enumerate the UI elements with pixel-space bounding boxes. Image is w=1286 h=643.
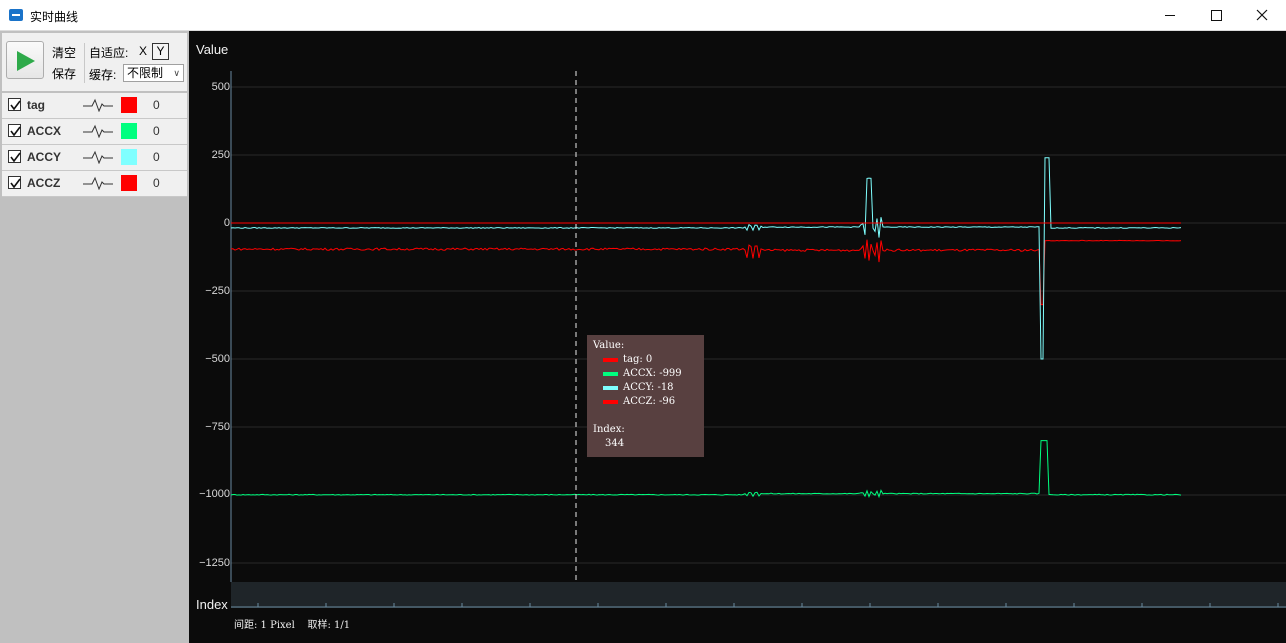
channel-checkbox[interactable] bbox=[8, 176, 21, 189]
channel-value: 0 bbox=[153, 150, 160, 164]
title-bar: 实时曲线 bbox=[0, 0, 1286, 31]
checkmark-icon bbox=[10, 100, 21, 111]
y-tick-label: 500 bbox=[211, 81, 230, 93]
line-style-icon[interactable] bbox=[83, 98, 113, 112]
y-tick-label: 250 bbox=[211, 149, 230, 161]
play-icon bbox=[17, 51, 35, 71]
tooltip-entry: ACCY: -18 bbox=[593, 381, 698, 395]
series-line-accz bbox=[230, 239, 1182, 306]
checkmark-icon bbox=[10, 126, 21, 137]
close-button[interactable] bbox=[1239, 0, 1285, 30]
y-tick-label: −1000 bbox=[199, 488, 230, 500]
y-tick-label: 0 bbox=[223, 217, 230, 229]
tooltip-index-value: 344 bbox=[605, 438, 625, 449]
tooltip-title: Value: bbox=[593, 340, 625, 351]
color-swatch[interactable] bbox=[121, 149, 137, 165]
save-button[interactable]: 保存 bbox=[52, 65, 76, 82]
channel-name: tag bbox=[27, 98, 45, 112]
y-tick-label: −500 bbox=[205, 353, 230, 365]
channel-row: ACCZ 0 bbox=[2, 171, 187, 197]
cache-select[interactable]: 不限制 ∨ bbox=[123, 64, 184, 82]
sidebar: 清空 保存 自适应: X Y 缓存: 不限制 ∨ tag 0 ACCX 0 AC… bbox=[0, 31, 189, 643]
gridlines bbox=[231, 86, 1286, 564]
channel-value: 0 bbox=[153, 176, 160, 190]
channel-checkbox[interactable] bbox=[8, 98, 21, 111]
series-line-accx bbox=[230, 440, 1182, 499]
tooltip-index-label: Index: bbox=[593, 424, 625, 435]
tooltip-spacer bbox=[593, 409, 698, 423]
series-layer bbox=[230, 157, 1182, 499]
plot-canvas[interactable] bbox=[189, 31, 1286, 643]
tooltip-swatch bbox=[603, 358, 618, 362]
tooltip-swatch bbox=[603, 386, 618, 390]
minimize-button[interactable] bbox=[1147, 0, 1193, 30]
channel-checkbox[interactable] bbox=[8, 124, 21, 137]
color-swatch[interactable] bbox=[121, 97, 137, 113]
adaptive-label: 自适应: bbox=[89, 46, 129, 60]
checkmark-icon bbox=[10, 152, 21, 163]
channel-checkbox[interactable] bbox=[8, 150, 21, 163]
plot-area[interactable]: Value Index 500 250 0 −250 −500 −750 −10… bbox=[189, 31, 1286, 643]
channel-name: ACCY bbox=[27, 150, 62, 164]
line-style-icon[interactable] bbox=[83, 150, 113, 164]
app-icon bbox=[9, 9, 23, 21]
series-line-accy bbox=[230, 157, 1182, 360]
cache-label: 缓存: bbox=[89, 68, 117, 82]
adaptive-x-toggle[interactable]: X bbox=[139, 44, 147, 58]
line-style-icon[interactable] bbox=[83, 176, 113, 190]
chevron-down-icon: ∨ bbox=[173, 68, 180, 78]
channel-value: 0 bbox=[153, 124, 160, 138]
status-spacing: 间距: 1 Pixel bbox=[234, 620, 295, 631]
channel-list: tag 0 ACCX 0 ACCY 0 ACCZ 0 bbox=[2, 93, 187, 197]
channel-name: ACCX bbox=[27, 124, 62, 138]
channel-name: ACCZ bbox=[27, 176, 61, 190]
tooltip-swatch bbox=[603, 400, 618, 404]
line-style-icon[interactable] bbox=[83, 124, 113, 138]
channel-value: 0 bbox=[153, 98, 160, 112]
maximize-button[interactable] bbox=[1193, 0, 1239, 30]
status-sampling: 取样: 1/1 bbox=[307, 620, 351, 631]
y-axis-title: Value bbox=[196, 42, 229, 57]
x-axis-title: Index bbox=[196, 597, 228, 612]
channel-row: ACCY 0 bbox=[2, 145, 187, 171]
value-tooltip: Value: tag: 0 ACCX: -999 ACCY: -18 ACCZ:… bbox=[587, 335, 704, 457]
close-icon bbox=[1256, 9, 1268, 21]
channel-row: ACCX 0 bbox=[2, 119, 187, 145]
window-title: 实时曲线 bbox=[30, 10, 79, 24]
tooltip-swatch bbox=[603, 372, 618, 376]
index-axis-band bbox=[231, 582, 1286, 608]
tooltip-entry: ACCZ: -96 bbox=[593, 395, 698, 409]
cache-select-value: 不限制 bbox=[127, 66, 164, 80]
status-bar: 间距: 1 Pixel 取样: 1/1 bbox=[234, 616, 350, 631]
toolbar-separator bbox=[84, 43, 85, 83]
start-button[interactable] bbox=[6, 41, 44, 79]
color-swatch[interactable] bbox=[121, 175, 137, 191]
clear-button[interactable]: 清空 bbox=[52, 44, 76, 61]
y-tick-label: −250 bbox=[205, 285, 230, 297]
tooltip-entry: tag: 0 bbox=[593, 353, 698, 367]
checkmark-icon bbox=[10, 178, 21, 189]
color-swatch[interactable] bbox=[121, 123, 137, 139]
adaptive-y-toggle[interactable]: Y bbox=[152, 43, 169, 60]
y-tick-label: −1250 bbox=[199, 557, 230, 569]
toolbar: 清空 保存 自适应: X Y 缓存: 不限制 ∨ bbox=[2, 33, 187, 91]
channel-row: tag 0 bbox=[2, 93, 187, 119]
tooltip-entry: ACCX: -999 bbox=[593, 367, 698, 381]
y-tick-label: −750 bbox=[205, 421, 230, 433]
